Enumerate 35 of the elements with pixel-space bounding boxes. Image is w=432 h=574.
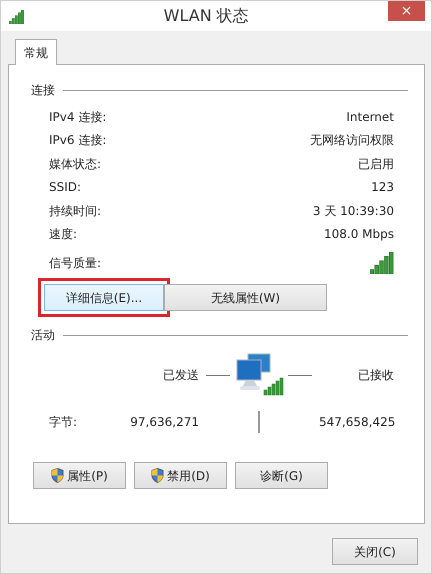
field-value: 108.0 Mbps (324, 226, 394, 244)
close-button[interactable]: × (388, 1, 425, 21)
received-label: 已接收 (357, 367, 394, 384)
sent-label: 已发送 (162, 367, 199, 384)
field-value: 123 (371, 179, 394, 196)
field-label: 持续时间: (49, 202, 102, 220)
network-computers-icon (234, 352, 284, 398)
signal-icon (9, 10, 24, 24)
field-label: SSID: (49, 179, 82, 196)
field-value: 已启用 (358, 156, 394, 173)
bytes-label: 字节: (49, 414, 78, 431)
shield-icon (51, 468, 64, 483)
dash-line (288, 374, 312, 376)
field-label: 信号质量: (49, 255, 102, 272)
field-label: 速度: (49, 226, 78, 244)
field-value: 3 天 10:39:30 (312, 202, 394, 220)
field-value: Internet (346, 108, 394, 126)
tab[interactable]: 常规 (15, 39, 57, 65)
button[interactable]: 诊断(G) (235, 462, 328, 489)
field-value: 无网络访问权限 (310, 132, 394, 150)
button[interactable]: 属性(P) (33, 462, 126, 489)
signal-strength-icon (370, 252, 394, 274)
close-button[interactable]: 关闭(C) (332, 538, 418, 565)
field-label: IPv4 连接: (49, 108, 106, 126)
button[interactable]: 禁用(D) (134, 462, 227, 489)
field-label: IPv6 连接: (49, 132, 106, 150)
dash-line (206, 374, 230, 376)
shield-icon (151, 468, 164, 483)
section-heading: 连接 (31, 82, 55, 99)
window-title: WLAN 状态 (162, 5, 250, 27)
button[interactable]: 无线属性(W) (164, 284, 327, 311)
sent-bytes: 97,636,271 (129, 414, 199, 431)
received-bytes: 547,658,425 (319, 414, 396, 431)
field-label: 媒体状态: (49, 156, 102, 173)
section-heading: 活动 (31, 327, 55, 344)
